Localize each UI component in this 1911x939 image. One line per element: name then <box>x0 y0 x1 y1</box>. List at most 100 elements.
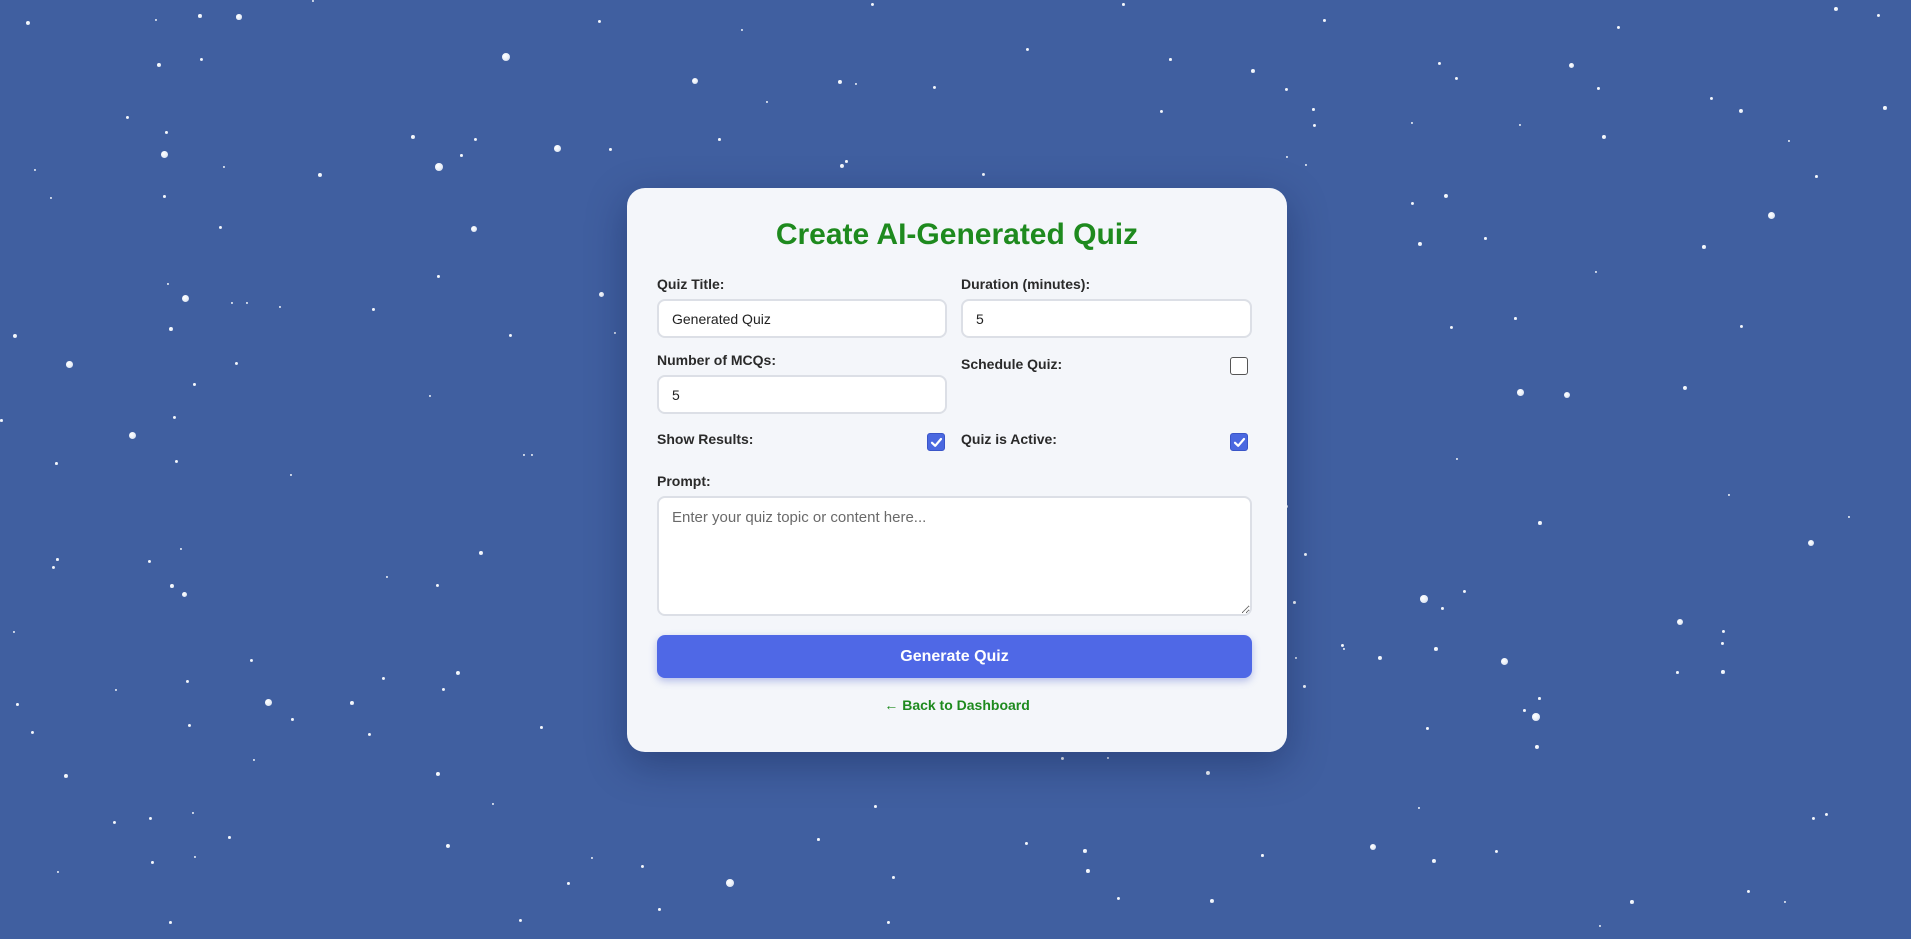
snowflake <box>540 726 543 729</box>
duration-input[interactable] <box>961 299 1252 338</box>
snowflake <box>52 566 56 570</box>
snowflake <box>148 560 152 564</box>
snowflake <box>1286 156 1289 159</box>
quiz-title-label: Quiz Title: <box>657 276 725 292</box>
snowflake <box>1418 242 1422 246</box>
snowflake <box>1535 745 1539 749</box>
snowflake <box>1295 657 1298 660</box>
snowflake <box>13 631 16 634</box>
snowflake <box>0 419 3 422</box>
snowflake <box>838 80 842 84</box>
snowflake <box>1061 757 1065 761</box>
snowflake <box>1378 656 1382 660</box>
snowflake <box>1702 245 1706 249</box>
snowflake <box>1343 648 1346 651</box>
snowflake <box>1532 713 1540 721</box>
snowflake <box>845 160 848 163</box>
snowflake <box>1595 271 1598 274</box>
snowflake <box>474 138 478 142</box>
show-results-checkbox[interactable] <box>927 433 945 451</box>
snowflake <box>1083 849 1087 853</box>
snowflake <box>1122 3 1125 6</box>
snowflake <box>1411 202 1415 206</box>
snowflake <box>129 432 137 440</box>
snowflake <box>1721 670 1725 674</box>
snowflake <box>817 838 820 841</box>
snowflake <box>519 919 523 923</box>
snowflake <box>1739 109 1743 113</box>
snowflake <box>523 454 526 457</box>
snowflake <box>1434 647 1438 651</box>
snowflake <box>1312 108 1315 111</box>
snowflake <box>1815 175 1818 178</box>
snowflake <box>1086 869 1090 873</box>
snowflake <box>194 856 197 859</box>
snowflake <box>446 844 450 848</box>
snowflake <box>1834 7 1838 11</box>
snowflake <box>840 164 844 168</box>
snowflake <box>1788 140 1791 143</box>
snowflake <box>34 169 36 171</box>
snowflake <box>1597 87 1600 90</box>
quiz-title-input[interactable] <box>657 299 947 338</box>
snowflake <box>1722 630 1725 633</box>
schedule-quiz-checkbox[interactable] <box>1230 357 1248 375</box>
quiz-active-checkbox[interactable] <box>1230 433 1248 451</box>
snowflake <box>1438 62 1441 65</box>
snowflake <box>1676 671 1679 674</box>
snowflake <box>1564 392 1571 399</box>
snowflake <box>509 334 513 338</box>
snowflake <box>1261 854 1264 857</box>
snowflake <box>26 21 30 25</box>
snowflake <box>1538 697 1541 700</box>
quiz-active-label: Quiz is Active: <box>961 431 1057 447</box>
snowflake <box>1370 844 1377 851</box>
snowflake <box>933 86 937 90</box>
snowflake <box>1501 658 1508 665</box>
snowflake <box>599 292 604 297</box>
snowflake <box>1747 890 1751 894</box>
snowflake <box>157 63 161 67</box>
snowflake <box>223 166 226 169</box>
snowflake <box>1341 644 1345 648</box>
snowflake <box>1285 88 1289 92</box>
snowflake <box>1251 69 1255 73</box>
num-mcqs-input[interactable] <box>657 375 947 414</box>
checkmark-icon <box>1233 437 1245 447</box>
snowflake <box>531 454 534 457</box>
prompt-textarea[interactable] <box>657 496 1252 616</box>
snowflake <box>1514 317 1517 320</box>
generate-quiz-button[interactable]: Generate Quiz <box>657 635 1252 678</box>
snowflake <box>591 857 594 860</box>
snowflake <box>188 724 192 728</box>
snowflake <box>1877 14 1881 18</box>
snowflake <box>246 302 249 305</box>
snowflake <box>236 14 242 20</box>
snowflake <box>1484 237 1487 240</box>
back-to-dashboard-link[interactable]: ← Back to Dashboard <box>627 697 1287 713</box>
snowflake <box>1848 516 1851 519</box>
snowflake <box>741 29 744 32</box>
snowflake <box>180 548 183 551</box>
snowflake <box>1441 607 1444 610</box>
snowflake <box>155 19 158 22</box>
snowflake <box>16 703 19 706</box>
snowflake <box>1117 897 1121 901</box>
snowflake <box>1455 77 1459 81</box>
duration-label: Duration (minutes): <box>961 276 1091 292</box>
snowflake <box>1710 97 1714 101</box>
snowflake <box>1169 58 1172 61</box>
snowflake <box>231 302 234 305</box>
snowflake <box>1523 709 1526 712</box>
snowflake <box>290 474 293 477</box>
snowflake <box>279 306 282 309</box>
snowflake <box>198 14 202 18</box>
snowflake <box>871 3 874 6</box>
snowflake <box>115 689 118 692</box>
snowflake <box>169 327 173 331</box>
snowflake <box>726 879 734 887</box>
snowflake <box>1808 540 1815 547</box>
snowflake <box>1305 164 1308 167</box>
snowflake <box>1444 194 1448 198</box>
snowflake <box>1411 122 1414 125</box>
